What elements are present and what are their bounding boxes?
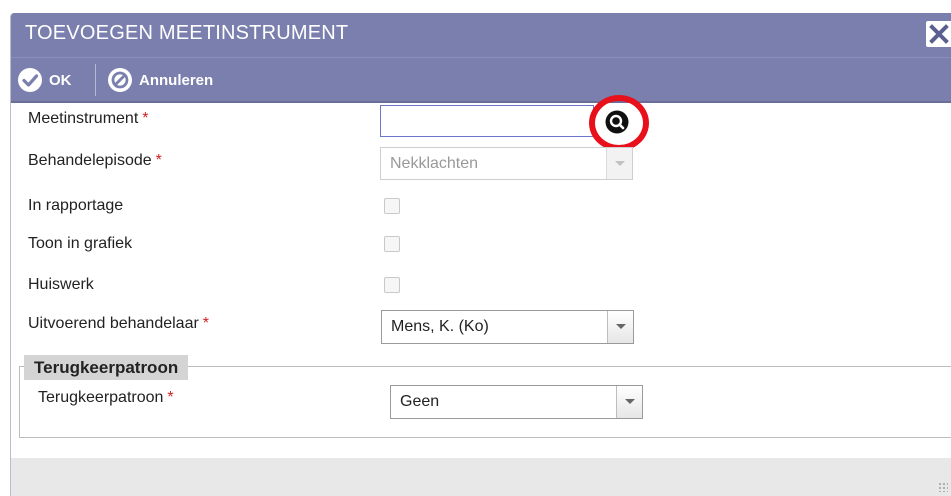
toon-in-grafiek-label: Toon in grafiek: [28, 235, 133, 252]
close-button[interactable]: [926, 21, 951, 47]
ok-button[interactable]: OK: [17, 58, 72, 102]
required-marker: *: [167, 389, 174, 406]
behandelepisode-select[interactable]: Nekklachten: [380, 147, 633, 180]
chevron-down-icon[interactable]: [616, 386, 642, 418]
cancel-label: Annuleren: [139, 71, 214, 89]
dialog-titlebar: TOEVOEGEN MEETINSTRUMENT: [11, 13, 951, 57]
ok-label: OK: [49, 71, 72, 89]
required-marker: *: [202, 315, 210, 332]
toolbar-divider: [11, 101, 951, 103]
chevron-down-icon[interactable]: [606, 148, 632, 179]
uitvoerend-behandelaar-select[interactable]: Mens, K. (Ko): [381, 310, 634, 344]
dialog-toolbar: OK Annuleren: [11, 57, 951, 102]
terugkeerpatroon-label: Terugkeerpatroon *: [38, 389, 174, 406]
toolbar-separator: [95, 64, 96, 96]
check-circle-icon: [18, 68, 42, 92]
in-rapportage-checkbox[interactable]: [384, 198, 400, 214]
resize-grip-icon[interactable]: [938, 482, 948, 492]
close-icon: [929, 24, 949, 44]
toon-in-grafiek-checkbox[interactable]: [384, 236, 400, 252]
search-icon: [605, 110, 629, 134]
huiswerk-checkbox[interactable]: [384, 277, 400, 293]
meetinstrument-input[interactable]: [380, 105, 594, 137]
behandelepisode-value: Nekklachten: [390, 155, 479, 172]
terugkeerpatroon-value: Geen: [400, 393, 440, 410]
behandelepisode-label: Behandelepisode *: [28, 152, 162, 169]
dialog-footer: [11, 458, 951, 496]
search-button[interactable]: [605, 110, 629, 134]
add-measurement-dialog: TOEVOEGEN MEETINSTRUMENT OK Annuleren Me…: [10, 13, 951, 496]
cancel-button[interactable]: Annuleren: [107, 58, 213, 102]
terugkeerpatroon-select[interactable]: Geen: [390, 385, 643, 419]
chevron-down-icon[interactable]: [607, 311, 633, 343]
uitvoerend-behandelaar-value: Mens, K. (Ko): [391, 318, 489, 335]
in-rapportage-label: In rapportage: [28, 197, 124, 214]
huiswerk-label: Huiswerk: [28, 276, 94, 293]
uitvoerend-behandelaar-label: Uitvoerend behandelaar *: [28, 315, 210, 332]
dialog-title: TOEVOEGEN MEETINSTRUMENT: [25, 22, 349, 44]
meetinstrument-label: Meetinstrument *: [28, 110, 149, 127]
terugkeerpatroon-legend: Terugkeerpatroon: [24, 355, 189, 380]
required-marker: *: [155, 152, 162, 169]
required-marker: *: [142, 110, 149, 127]
cancel-circle-icon: [108, 68, 132, 92]
